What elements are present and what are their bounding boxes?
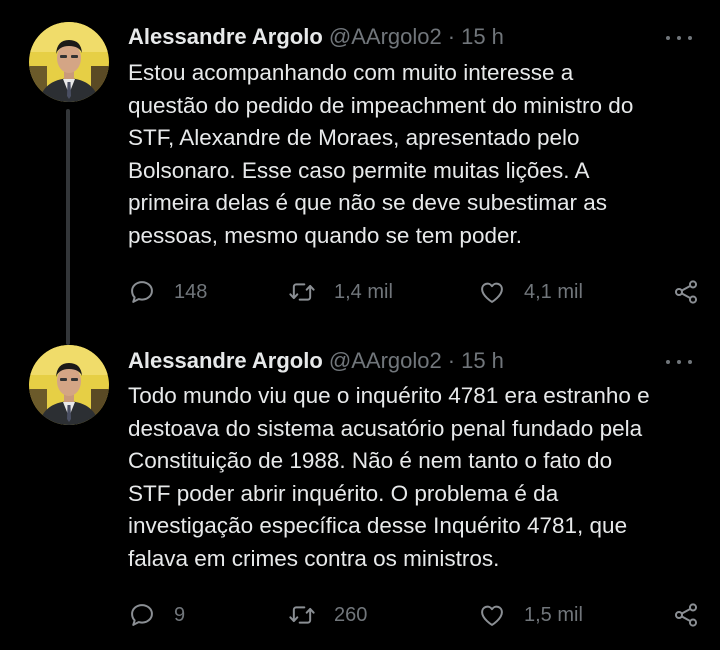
reply-count: 148 [174, 280, 208, 303]
share-button[interactable] [672, 600, 700, 630]
tweet[interactable]: Alessandre Argolo @AArgolo2 · 15 h Todo mu… [0, 330, 720, 650]
tweet-header: Alessandre Argolo @AArgolo2 · 15 h [128, 347, 700, 375]
share-button[interactable] [672, 277, 700, 307]
reply-button[interactable]: 148 [128, 277, 207, 307]
more-icon[interactable] [666, 31, 692, 45]
avatar-image [29, 345, 109, 425]
author-name[interactable]: Alessandre Argolo [128, 24, 323, 49]
author-handle[interactable]: @AArgolo2 [329, 348, 442, 373]
retweet-button[interactable]: 260 [288, 600, 367, 630]
retweet-button[interactable]: 1,4 mil [288, 277, 393, 307]
tweet-header: Alessandre Argolo @AArgolo2 · 15 h [128, 23, 700, 51]
avatar-image [29, 22, 109, 102]
tweet-actions: 9 260 1,5 mil [128, 600, 700, 630]
reply-button[interactable]: 9 [128, 600, 185, 630]
heart-icon [481, 605, 503, 626]
separator-dot: · [447, 348, 456, 373]
like-count: 1,5 mil [524, 603, 583, 626]
like-count: 4,1 mil [524, 280, 583, 303]
separator-dot: · [447, 24, 456, 49]
timestamp[interactable]: 15 h [461, 24, 504, 49]
like-button[interactable]: 1,5 mil [478, 600, 583, 630]
avatar[interactable] [29, 22, 109, 102]
thread: Alessandre Argolo @AArgolo2 · 15 h Estou a… [0, 0, 720, 650]
author-name[interactable]: Alessandre Argolo [128, 348, 323, 373]
more-icon[interactable] [666, 355, 692, 369]
reply-count: 9 [174, 603, 186, 626]
retweet-icon [289, 606, 315, 624]
author-handle[interactable]: @AArgolo2 [329, 24, 442, 49]
retweet-icon [289, 283, 315, 301]
retweet-count: 260 [334, 603, 368, 626]
share-icon [674, 603, 698, 627]
avatar[interactable] [29, 345, 109, 425]
heart-icon [481, 282, 503, 303]
reply-icon [131, 604, 153, 626]
thread-connector-line [66, 109, 70, 345]
share-icon [674, 280, 698, 304]
tweet[interactable]: Alessandre Argolo @AArgolo2 · 15 h Estou a… [0, 0, 720, 345]
reply-icon [131, 281, 153, 303]
like-button[interactable]: 4,1 mil [478, 277, 583, 307]
timestamp[interactable]: 15 h [461, 348, 504, 373]
tweet-actions: 148 1,4 mil 4,1 mil [128, 277, 700, 307]
retweet-count: 1,4 mil [334, 280, 393, 303]
tweet-text: Todo mundo viu que o inquérito 4781 era … [128, 383, 650, 571]
tweet-text: Estou acompanhando com muito interesse a… [128, 60, 634, 248]
